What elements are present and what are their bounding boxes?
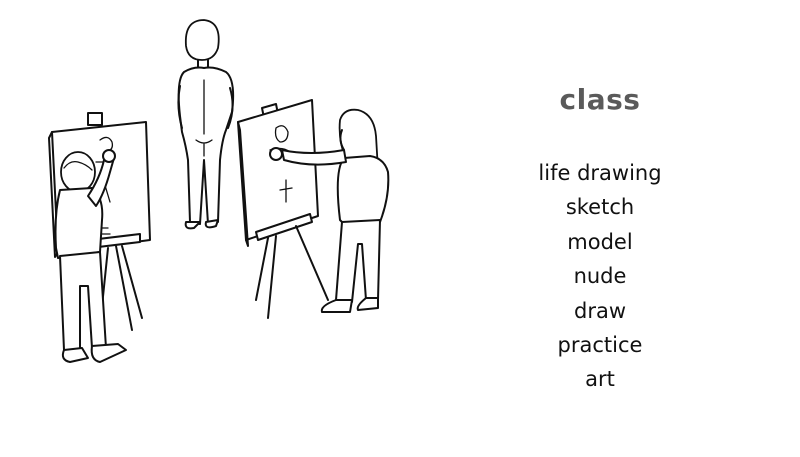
life-drawing-scene [48, 19, 390, 363]
list-item: draw [573, 298, 626, 323]
page-title: class [559, 83, 641, 116]
right-easel [237, 99, 329, 319]
word-list: life drawing sketch model nude draw prac… [500, 156, 700, 397]
list-item: model [567, 229, 633, 254]
keyword-panel: class life drawing sketch model nude dra… [500, 0, 700, 457]
list-item: nude [573, 264, 627, 289]
list-item: life drawing [538, 161, 662, 185]
life-drawing-illustration [0, 0, 470, 457]
model-figure [177, 19, 235, 230]
list-item: sketch [565, 195, 635, 220]
list-item: practice [557, 332, 643, 357]
list-item: art [585, 367, 615, 392]
